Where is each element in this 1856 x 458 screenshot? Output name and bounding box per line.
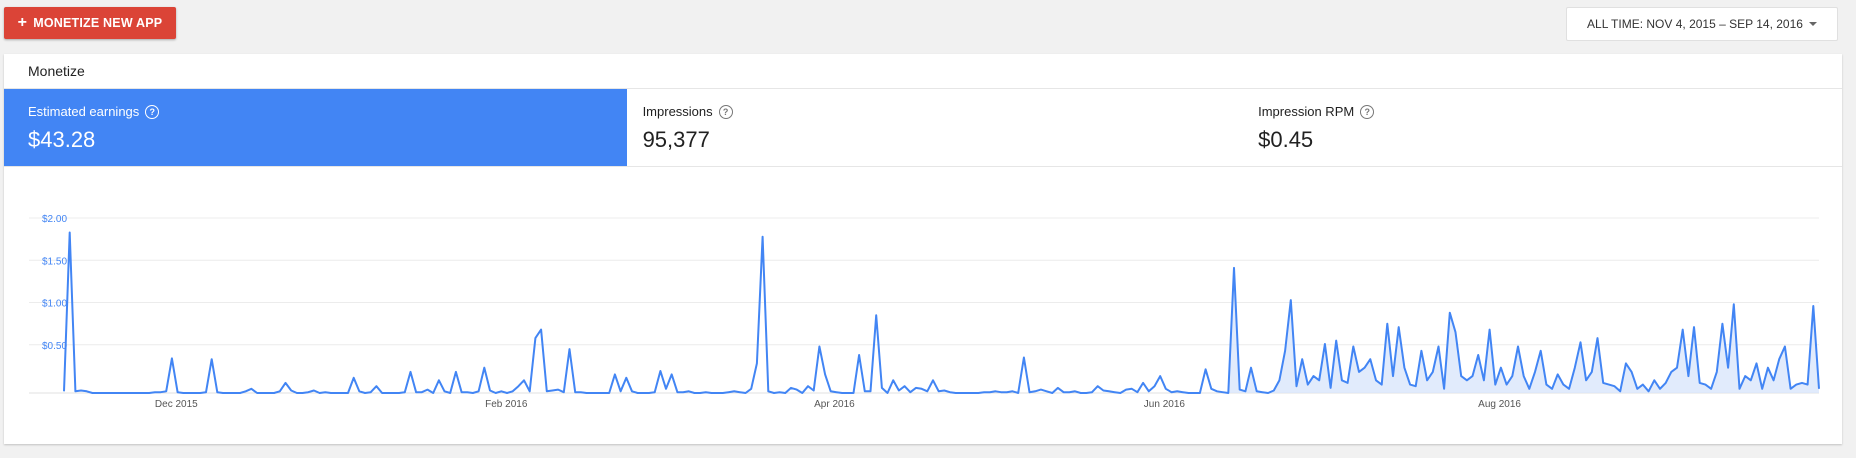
x-tick-label: Feb 2016 [485,399,528,410]
earnings-line-chart: $0.50 $1.00 $1.50 $2.00 Dec 2015 Feb 2016 Apr … [29,214,1820,410]
dropdown-caret-icon [1808,22,1817,26]
monetize-new-app-label: MONETIZE NEW APP [33,16,163,30]
help-icon[interactable]: ? [1360,104,1375,119]
x-tick-label: Jun 2016 [1144,399,1186,410]
plus-icon: + [17,14,28,31]
earnings-chart: $0.50 $1.00 $1.50 $2.00 Dec 2015 Feb 2016 Apr … [4,166,1842,444]
x-tick-label: Dec 2015 [155,399,198,410]
y-tick-label: $1.00 [42,299,67,310]
metric-label: Impression RPM [1258,104,1355,119]
metric-impression-rpm[interactable]: Impression RPM ? $0.45 [1242,89,1842,166]
y-tick-label: $1.50 [42,256,67,267]
y-tick-label: $2.00 [42,214,67,225]
metric-value: $0.45 [1258,127,1314,152]
metric-estimated-earnings[interactable]: Estimated earnings ? $43.28 [4,89,627,166]
metric-label: Estimated earnings [28,104,140,119]
metric-label: Impressions [642,104,713,119]
metrics-row: Estimated earnings ? $43.28 Impressions … [4,89,1842,167]
monetize-new-app-button[interactable]: + MONETIZE NEW APP [4,7,176,39]
top-toolbar: + MONETIZE NEW APP ALL TIME: NOV 4, 2015… [0,0,1856,52]
metric-value: 95,377 [642,127,710,152]
earnings-area-fill [1222,267,1819,393]
y-tick-label: $0.50 [42,341,67,352]
x-tick-label: Aug 2016 [1478,399,1521,410]
monetize-card: Monetize Estimated earnings ? $43.28 Imp… [4,54,1842,444]
card-title: Monetize [4,54,1842,89]
date-range-dropdown[interactable]: ALL TIME: NOV 4, 2015 – SEP 14, 2016 [1566,7,1838,41]
x-tick-label: Apr 2016 [814,399,855,410]
metric-value: $43.28 [28,127,96,152]
help-icon[interactable]: ? [145,104,160,119]
metric-impressions[interactable]: Impressions ? 95,377 [627,89,1243,166]
help-icon[interactable]: ? [718,104,733,119]
date-range-label: ALL TIME: NOV 4, 2015 – SEP 14, 2016 [1587,17,1803,31]
earnings-series-line [63,231,1820,394]
